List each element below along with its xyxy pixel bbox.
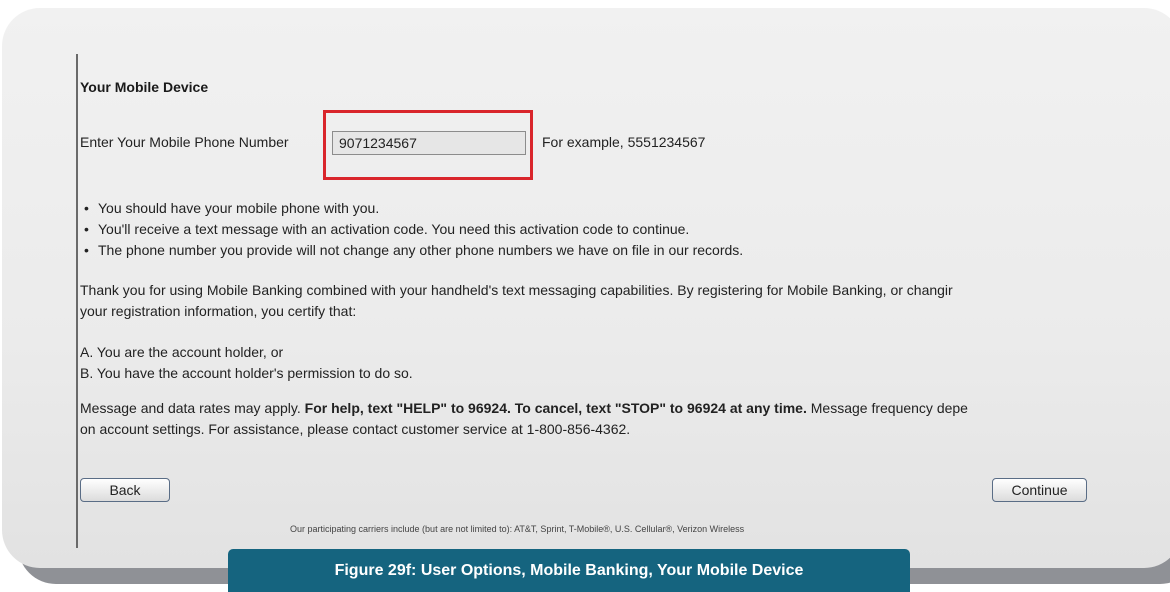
section-title: Your Mobile Device (80, 79, 209, 95)
list-item: The phone number you provide will not ch… (80, 240, 743, 261)
carriers-footnote: Our participating carriers include (but … (290, 524, 745, 534)
phone-number-input[interactable] (332, 131, 526, 155)
mobile-device-form: Your Mobile Device Enter Your Mobile Pho… (80, 8, 1170, 568)
list-item: You should have your mobile phone with y… (80, 198, 743, 219)
certify-line: Thank you for using Mobile Banking combi… (80, 282, 953, 298)
certify-paragraph: Thank you for using Mobile Banking combi… (80, 280, 1170, 322)
figure-caption: Figure 29f: User Options, Mobile Banking… (228, 549, 910, 592)
rates-paragraph: Message and data rates may apply. For he… (80, 398, 1170, 440)
condition-item: B. You have the account holder's permiss… (80, 365, 413, 381)
left-divider (76, 54, 78, 548)
phone-number-label: Enter Your Mobile Phone Number (80, 134, 289, 150)
screenshot-panel: Your Mobile Device Enter Your Mobile Pho… (2, 8, 1170, 568)
rates-help-text: For help, text "HELP" to 96924. To cance… (304, 400, 807, 416)
rates-line: on account settings. For assistance, ple… (80, 421, 631, 437)
continue-button[interactable]: Continue (992, 478, 1087, 502)
phone-example-text: For example, 5551234567 (542, 134, 706, 150)
rates-line: Message and data rates may apply. For he… (80, 398, 1170, 419)
figure-stage: Your Mobile Device Enter Your Mobile Pho… (0, 0, 1170, 592)
back-button[interactable]: Back (80, 478, 170, 502)
rates-prefix: Message and data rates may apply. (80, 400, 301, 416)
certify-line: your registration information, you certi… (80, 303, 357, 319)
condition-item: A. You are the account holder, or (80, 344, 284, 360)
instruction-list: You should have your mobile phone with y… (80, 198, 743, 261)
conditions-list: A. You are the account holder, or B. You… (80, 342, 1170, 384)
list-item: You'll receive a text message with an ac… (80, 219, 743, 240)
rates-suffix: Message frequency depe (810, 400, 968, 416)
